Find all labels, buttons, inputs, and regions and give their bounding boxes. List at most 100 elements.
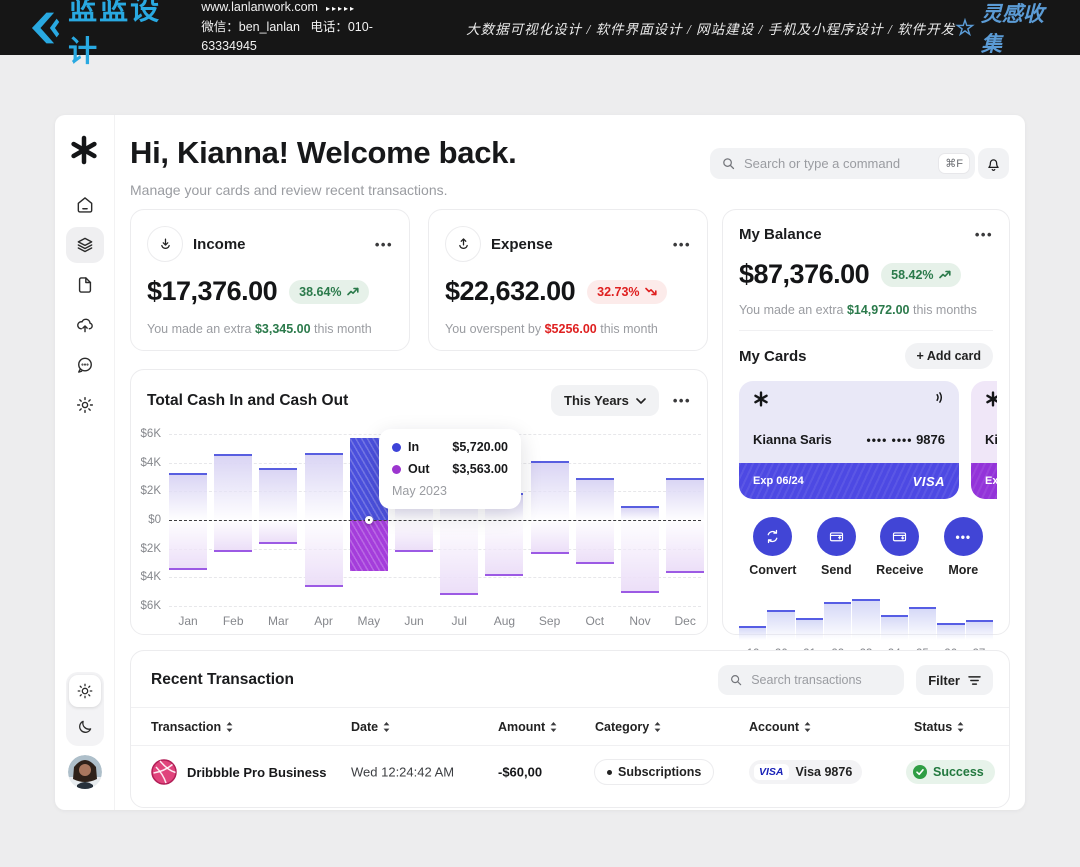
collect-logo: ☆ 灵感收集 — [955, 0, 1054, 58]
contactless-icon — [932, 391, 945, 404]
sort-icon — [654, 722, 661, 732]
bar-out-jun[interactable] — [395, 520, 433, 552]
column-header-account[interactable]: Account — [749, 720, 811, 734]
user-avatar[interactable] — [68, 755, 102, 789]
bar-in-apr[interactable] — [305, 453, 343, 520]
transactions-search-input[interactable]: Search transactions — [718, 665, 904, 695]
y-tick-label: $6K — [141, 600, 161, 612]
account-pill: VISAVisa 9876 — [749, 760, 862, 784]
y-tick-label: $6K — [141, 428, 161, 440]
sidebar-item-cloud[interactable] — [66, 307, 104, 343]
card-holder: Kianna Saris — [985, 432, 997, 447]
sidebar-item-settings[interactable] — [66, 387, 104, 423]
x-tick-label: Feb — [223, 614, 244, 628]
send-button[interactable]: Send — [817, 517, 856, 577]
file-icon — [75, 275, 95, 295]
sidebar-item-home[interactable] — [66, 187, 104, 223]
column-header-transaction[interactable]: Transaction — [151, 720, 233, 734]
bar-out-oct[interactable] — [576, 520, 614, 564]
more-dots-icon: ••• — [944, 517, 983, 556]
x-tick-label: Jun — [404, 614, 423, 628]
expense-menu-button[interactable]: ••• — [673, 237, 691, 252]
check-circle-icon — [913, 765, 927, 779]
search-input[interactable]: Search or type a command ⌘F — [710, 148, 975, 179]
bar-in-dec[interactable] — [666, 478, 704, 520]
mini-bar-20 — [767, 610, 794, 640]
dribbble-icon — [151, 759, 177, 785]
bar-out-sep[interactable] — [531, 520, 569, 554]
bar-out-aug[interactable] — [485, 520, 523, 576]
lanlan-logo-icon — [26, 9, 60, 47]
bar-out-feb[interactable] — [214, 520, 252, 552]
collect-star-icon: ☆ — [955, 15, 975, 41]
transaction-name: Dribbble Pro Business — [187, 765, 326, 780]
more-button[interactable]: ••• More — [944, 517, 983, 577]
y-tick-label: $2K — [141, 543, 161, 555]
column-header-category[interactable]: Category — [595, 720, 661, 734]
bar-out-apr[interactable] — [305, 520, 343, 587]
table-row[interactable]: Dribbble Pro Business Wed 12:24:42 AM -$… — [131, 746, 1009, 798]
filter-icon — [968, 675, 981, 686]
tooltip-period: May 2023 — [392, 484, 508, 498]
convert-button[interactable]: Convert — [749, 517, 796, 577]
x-tick-label: Apr — [314, 614, 333, 628]
mini-balance-chart — [739, 594, 993, 640]
light-mode-button[interactable] — [69, 675, 101, 707]
search-placeholder: Search or type a command — [744, 156, 931, 171]
banner-site[interactable]: www.lanlanwork.com — [201, 0, 318, 14]
filter-button[interactable]: Filter — [916, 665, 993, 695]
bar-in-oct[interactable] — [576, 478, 614, 520]
bar-out-may[interactable] — [350, 520, 388, 571]
credit-card-secondary[interactable]: Kianna Saris Exp 06/24 — [971, 381, 997, 499]
bar-in-nov[interactable] — [621, 506, 659, 520]
dark-mode-button[interactable] — [69, 711, 101, 743]
mini-bar-27 — [966, 620, 993, 640]
income-card: Income ••• $17,376.00 38.64% You made an… — [130, 209, 410, 351]
cloud-upload-icon — [75, 315, 95, 335]
status-badge: Success — [906, 760, 995, 784]
expense-card: Expense ••• $22,632.00 32.73% You oversp… — [428, 209, 708, 351]
bar-out-nov[interactable] — [621, 520, 659, 593]
column-header-amount[interactable]: Amount — [498, 720, 557, 734]
expense-upload-icon — [445, 226, 481, 262]
balance-note: You made an extra $14,972.00 this months — [739, 303, 993, 317]
balance-menu-button[interactable]: ••• — [975, 227, 993, 242]
bar-in-jan[interactable] — [169, 473, 207, 520]
sidebar-item-documents[interactable] — [66, 267, 104, 303]
moon-icon — [76, 718, 94, 736]
transactions-card: Recent Transaction Search transactions F… — [130, 650, 1010, 808]
receive-button[interactable]: Receive — [876, 517, 923, 577]
tooltip-out-label: Out — [408, 462, 430, 476]
banner-wechat: 微信：ben_lanlan — [201, 20, 300, 34]
bar-in-sep[interactable] — [531, 461, 569, 520]
column-header-date[interactable]: Date — [351, 720, 390, 734]
tooltip-out-value: $3,563.00 — [452, 462, 508, 476]
cards-carousel[interactable]: Kianna Saris •••• •••• 9876 Exp 06/24 VI… — [739, 381, 997, 499]
bar-in-mar[interactable] — [259, 468, 297, 520]
credit-card-primary[interactable]: Kianna Saris •••• •••• 9876 Exp 06/24 VI… — [739, 381, 959, 499]
trend-down-icon — [645, 287, 657, 296]
card-masked-digits: •••• •••• — [867, 433, 913, 447]
brand-name: 蓝蓝设计 — [68, 0, 179, 70]
mini-bar-21 — [796, 618, 823, 640]
expense-badge: 32.73% — [587, 280, 666, 304]
sidebar-item-dashboard[interactable] — [66, 227, 104, 263]
mini-bar-25 — [909, 607, 936, 640]
zero-gridline — [169, 520, 701, 521]
sort-icon — [804, 722, 811, 732]
card-last4: 9876 — [916, 432, 945, 447]
sidebar-item-messages[interactable] — [66, 347, 104, 383]
column-header-status[interactable]: Status — [914, 720, 964, 734]
bar-out-jul[interactable] — [440, 520, 478, 595]
bar-in-feb[interactable] — [214, 454, 252, 520]
income-menu-button[interactable]: ••• — [375, 237, 393, 252]
card-logo-asterisk-icon — [753, 391, 769, 407]
bar-out-jan[interactable] — [169, 520, 207, 570]
bar-out-mar[interactable] — [259, 520, 297, 544]
bar-out-dec[interactable] — [666, 520, 704, 573]
add-card-button[interactable]: + Add card — [905, 343, 993, 369]
notifications-button[interactable] — [978, 148, 1009, 179]
expense-note: You overspent by $5256.00 this month — [445, 322, 691, 336]
gear-icon — [75, 395, 95, 415]
chart-tooltip: In$5,720.00 Out$3,563.00 May 2023 — [379, 429, 521, 509]
